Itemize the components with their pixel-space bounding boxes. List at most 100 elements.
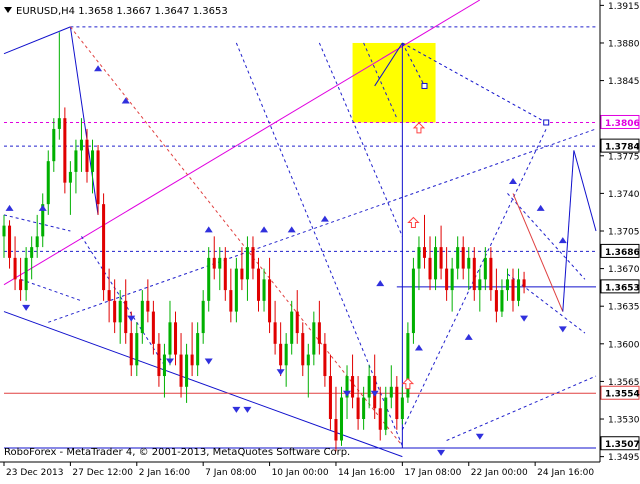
price-label-text: 1.3507 (605, 440, 640, 450)
candle-body (483, 257, 487, 280)
x-tick-label: 10 Jan 00:00 (272, 468, 329, 478)
candle-body (251, 247, 255, 269)
price-chart[interactable]: 1.34951.35301.35651.36001.36351.36701.37… (0, 0, 640, 480)
candle-body (85, 139, 89, 172)
chart-window: 1.3495 1.3530 1.3565 1.3600 1.3635 1.3670 1.37… (0, 0, 640, 480)
candle-body (417, 247, 421, 269)
candle-body (461, 247, 465, 269)
candle-body (212, 257, 216, 269)
candle-body (328, 376, 332, 420)
candle-body (140, 300, 144, 334)
candle-body (505, 279, 509, 291)
y-tick-label: 1.3880 (608, 39, 640, 49)
candle-body (79, 139, 83, 151)
candle-body (312, 322, 316, 355)
candle-body (223, 257, 227, 291)
candle-body (46, 161, 50, 205)
x-tick-label: 2 Jan 16:00 (139, 468, 191, 478)
candle-body (450, 268, 454, 291)
candle-body (63, 118, 67, 183)
candle-body (279, 343, 283, 366)
x-tick-label: 7 Jan 08:00 (205, 468, 257, 478)
candle-body (262, 279, 266, 301)
candle-body (334, 419, 338, 441)
candle-body (522, 279, 526, 287)
candle-body (196, 333, 200, 366)
candle-body (102, 204, 106, 291)
price-label-text: 1.3686 (605, 248, 640, 258)
symbol-header: EURUSD,H4 1.3658 1.3667 1.3647 1.3653 (16, 6, 228, 17)
candle-body (8, 225, 12, 258)
candle-body (207, 257, 211, 301)
candle-body (323, 343, 327, 377)
candle-body (395, 386, 399, 420)
price-label-text: 1.3784 (605, 143, 640, 153)
candle-body (234, 268, 238, 312)
x-tick-label: 23 Dec 2013 (6, 468, 64, 478)
candle-body (317, 322, 321, 344)
candle-body (185, 354, 189, 387)
y-tick-label: 1.3495 (608, 453, 640, 463)
candle-body (52, 128, 56, 162)
candle-body (351, 376, 355, 398)
candle-body (129, 333, 133, 366)
candle-body (500, 290, 504, 312)
candle-body (256, 268, 261, 301)
candle-body (384, 397, 388, 430)
y-tick-label: 1.3670 (608, 265, 640, 275)
x-tick-label: 17 Jan 08:00 (404, 468, 461, 478)
candle-body (434, 247, 438, 280)
candle-body (68, 171, 72, 183)
candle-body (96, 150, 100, 205)
y-tick-label: 1.3705 (608, 228, 640, 238)
candle-body (301, 333, 305, 366)
x-tick-label: 14 Jan 16:00 (338, 468, 395, 478)
candle-body (91, 150, 95, 172)
y-tick-label: 1.3530 (608, 416, 640, 426)
candle-body (339, 397, 344, 441)
anchor-square (543, 119, 550, 126)
watermark: RoboForex - MetaTrader 4, © 2001-2013, M… (4, 447, 350, 458)
candle-body (467, 257, 471, 269)
x-tick-label: 24 Jan 16:00 (537, 468, 594, 478)
y-tick-label: 1.3740 (608, 190, 640, 200)
candle-body (268, 279, 272, 323)
y-tick-label: 1.3600 (608, 340, 640, 350)
candle-body (456, 247, 460, 269)
candle-body (240, 268, 244, 280)
candle-body (113, 300, 117, 323)
candle-body (57, 118, 61, 129)
candle-body (157, 343, 161, 377)
candle-body (290, 311, 294, 344)
header-group: EURUSD,H4 1.3658 1.3667 1.3647 1.3653 (4, 6, 228, 17)
candle-body (162, 354, 166, 377)
candle-body (356, 397, 360, 420)
candle-body (411, 268, 415, 334)
candle-body (422, 247, 427, 258)
price-label-text: 1.3653 (605, 283, 640, 293)
candle-body (389, 386, 393, 398)
candle-body (168, 322, 172, 355)
y-tick-label: 1.3775 (608, 152, 640, 162)
candle-body (400, 397, 404, 420)
candle-body (489, 257, 493, 291)
candle-body (428, 257, 432, 280)
candle-body (190, 354, 194, 366)
candle-body (295, 311, 299, 334)
candle-body (35, 236, 39, 248)
candle-body (472, 257, 476, 291)
y-tick-label: 1.3635 (608, 303, 640, 313)
candle-body (24, 257, 28, 291)
candle-body (439, 247, 443, 269)
x-tick-label: 27 Dec 12:00 (72, 468, 133, 478)
candle-body (218, 257, 222, 269)
candle-body (118, 300, 122, 323)
anchor-square (421, 82, 428, 89)
y-tick-label: 1.3845 (608, 77, 640, 87)
candle-body (245, 247, 249, 280)
y-tick-label: 1.3915 (608, 2, 640, 12)
candle-body (378, 408, 382, 430)
x-tick-label: 22 Jan 00:00 (471, 468, 528, 478)
candle-body (201, 300, 205, 334)
candle-body (284, 343, 288, 366)
